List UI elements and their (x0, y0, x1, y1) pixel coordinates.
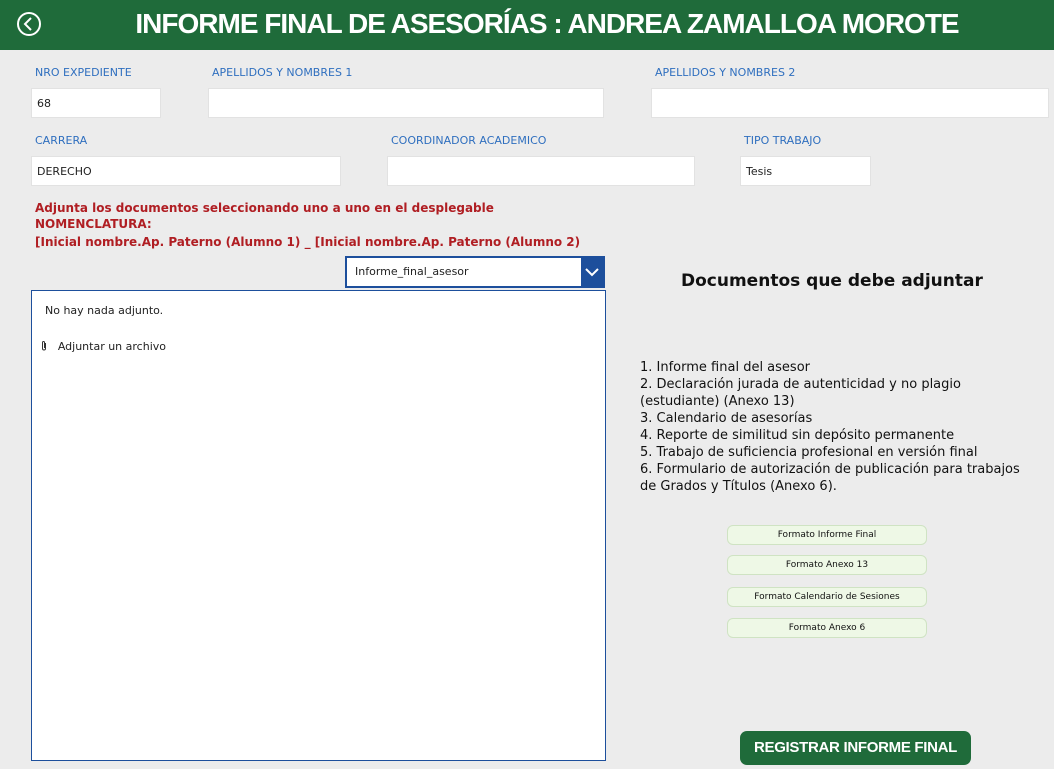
list-item: 1. Informe final del asesor (640, 360, 810, 375)
list-item: 4. Reporte de similitud sin depósito per… (640, 428, 955, 443)
tipo-trabajo-label: TIPO TRABAJO (744, 134, 822, 147)
apellidos-1-label: APELLIDOS Y NOMBRES 1 (212, 66, 353, 79)
paperclip-icon (39, 339, 53, 353)
formato-anexo-13-button[interactable]: Formato Anexo 13 (727, 555, 927, 575)
nro-expediente-field[interactable]: 68 (31, 88, 161, 118)
apellidos-2-label: APELLIDOS Y NOMBRES 2 (655, 66, 796, 79)
attachments-empty-text: No hay nada adjunto. (45, 304, 164, 317)
apellidos-1-field[interactable] (208, 88, 604, 118)
nro-expediente-label: NRO EXPEDIENTE (35, 66, 132, 79)
attachments-panel: No hay nada adjunto. Adjuntar un archivo (31, 290, 606, 761)
attach-file-link[interactable]: Adjuntar un archivo (39, 339, 166, 353)
carrera-label: CARRERA (35, 134, 88, 147)
register-button[interactable]: REGISTRAR INFORME FINAL (740, 731, 971, 765)
nomenclatura-heading: NOMENCLATURA: (35, 217, 152, 231)
formato-informe-final-button[interactable]: Formato Informe Final (727, 525, 927, 545)
list-item: 3. Calendario de asesorías (640, 411, 813, 426)
coordinador-label: COORDINADOR ACADEMICO (391, 134, 547, 147)
chevron-down-icon[interactable] (581, 258, 603, 286)
list-item: 6. Formulario de autorización de publica… (640, 462, 1020, 494)
docs-list: 1. Informe final del asesor 2. Declaraci… (640, 359, 1040, 495)
list-item: 2. Declaración jurada de autenticidad y … (640, 377, 961, 409)
page-title: INFORME FINAL DE ASESORÍAS : ANDREA ZAMA… (135, 8, 959, 39)
docs-heading: Documentos que debe adjuntar (681, 271, 983, 291)
coordinador-field[interactable] (387, 156, 695, 186)
dropdown-selected-value: Informe_final_asesor (355, 265, 469, 278)
header-bar: INFORME FINAL DE ASESORÍAS : ANDREA ZAMA… (0, 0, 1054, 50)
list-item: 5. Trabajo de suficiencia profesional en… (640, 445, 978, 460)
apellidos-2-field[interactable] (651, 88, 1049, 118)
nomenclatura-text: [Inicial nombre.Ap. Paterno (Alumno 1) _… (35, 235, 581, 249)
formato-calendario-button[interactable]: Formato Calendario de Sesiones (727, 587, 927, 607)
attach-file-label: Adjuntar un archivo (57, 340, 166, 353)
carrera-field[interactable]: DERECHO (31, 156, 341, 186)
document-type-dropdown[interactable]: Informe_final_asesor (345, 256, 605, 288)
instruction-text: Adjunta los documentos seleccionando uno… (35, 201, 494, 215)
tipo-trabajo-field[interactable]: Tesis (740, 156, 871, 186)
formato-anexo-6-button[interactable]: Formato Anexo 6 (727, 618, 927, 638)
